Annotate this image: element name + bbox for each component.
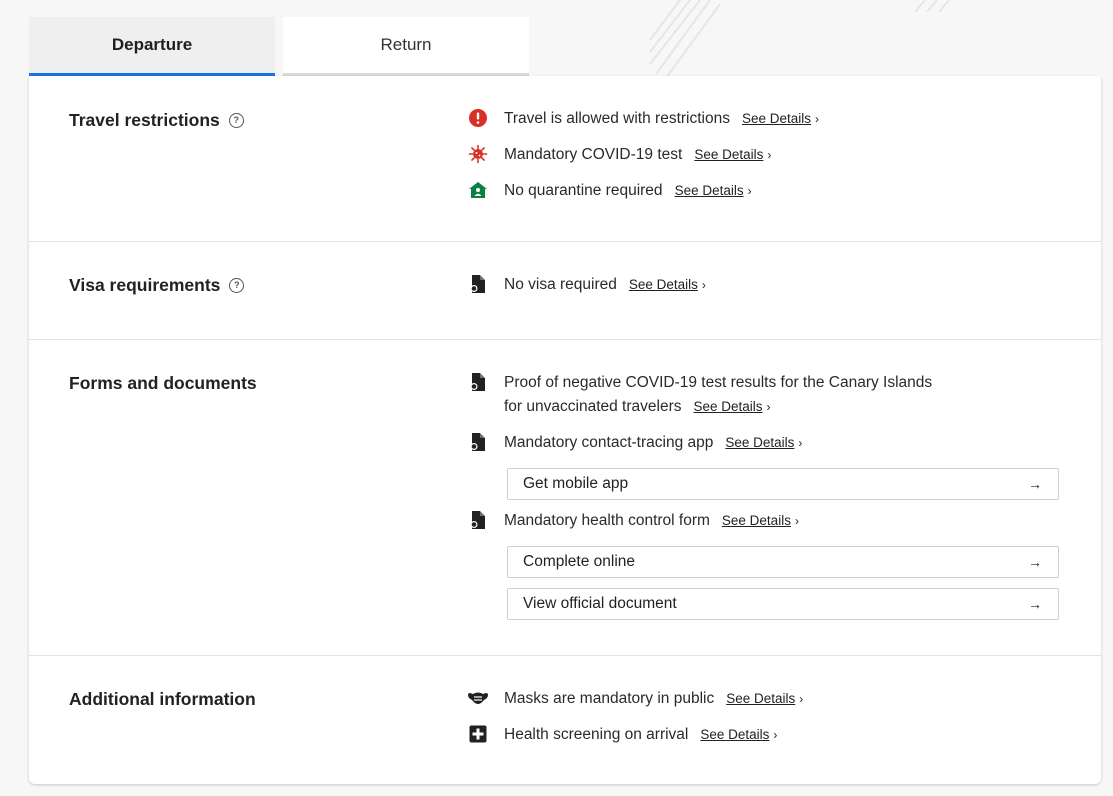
see-details-link[interactable]: See Details › — [726, 687, 803, 711]
help-icon[interactable]: ? — [229, 278, 245, 293]
document-icon — [467, 431, 489, 453]
list-item: Mandatory contact-tracing app See Detail… — [467, 431, 802, 455]
item-text: Mandatory health control form — [504, 512, 710, 529]
list-item: Masks are mandatory in public See Detail… — [467, 687, 803, 711]
list-item: Mandatory health control form See Detail… — [467, 509, 799, 533]
background-stripes-decoration — [649, 0, 720, 78]
see-details-label: See Details — [628, 277, 698, 292]
forms-documents-heading: Forms and documents — [69, 373, 257, 394]
see-details-label: See Details — [725, 435, 795, 450]
section-title: Forms and documents — [69, 373, 257, 393]
item-text: Mandatory COVID-19 test — [504, 146, 683, 163]
tab-departure[interactable]: Departure — [29, 17, 275, 76]
document-icon — [467, 509, 489, 531]
see-details-label: See Details — [741, 111, 812, 126]
visa-requirements-section: Visa requirements ? No visa required See… — [29, 241, 1101, 340]
travel-requirements-card: Travel restrictions ? Travel is allowed … — [29, 76, 1101, 784]
direction-tabs: Departure Return — [29, 17, 529, 76]
item-text: No visa required — [504, 276, 617, 293]
see-details-link[interactable]: See Details › — [675, 179, 752, 203]
see-details-link[interactable]: See Details › — [722, 509, 799, 533]
get-mobile-app-button[interactable]: Get mobile app → — [507, 468, 1059, 500]
button-label: Get mobile app — [523, 475, 629, 492]
item-text-line-1: Proof of negative COVID-19 test results … — [504, 374, 933, 391]
list-item: No quarantine required See Details › — [467, 179, 752, 203]
additional-information-heading: Additional information — [69, 689, 256, 710]
virus-icon — [467, 143, 489, 165]
document-icon — [467, 371, 489, 393]
list-item: Travel is allowed with restrictions See … — [467, 107, 819, 131]
item-text: Health screening on arrival — [504, 726, 689, 743]
list-item: Health screening on arrival See Details › — [467, 723, 777, 747]
item-text: Proof of negative COVID-19 test results … — [504, 371, 932, 419]
see-details-label: See Details — [693, 399, 763, 414]
see-details-link[interactable]: See Details › — [742, 107, 819, 131]
travel-restrictions-heading: Travel restrictions ? — [69, 110, 244, 131]
item-text: Masks are mandatory in public — [504, 690, 715, 707]
button-label: View official document — [523, 595, 677, 612]
arrow-right-icon: → — [1028, 476, 1042, 492]
see-details-link[interactable]: See Details › — [725, 431, 802, 455]
forms-documents-section: Forms and documents Proof of negative CO… — [29, 339, 1101, 656]
visa-requirements-heading: Visa requirements ? — [69, 275, 245, 296]
see-details-label: See Details — [721, 513, 791, 528]
item-text: Mandatory contact-tracing app — [504, 434, 714, 451]
section-title: Visa requirements — [69, 275, 221, 295]
mask-icon — [467, 687, 489, 709]
tab-return[interactable]: Return — [283, 17, 529, 76]
see-details-link[interactable]: See Details › — [700, 723, 777, 747]
see-details-label: See Details — [700, 727, 770, 742]
complete-online-button[interactable]: Complete online → — [507, 546, 1059, 578]
item-text: No quarantine required — [504, 182, 663, 199]
home-person-icon — [467, 179, 489, 201]
travel-restrictions-section: Travel restrictions ? Travel is allowed … — [29, 76, 1101, 242]
see-details-label: See Details — [674, 183, 744, 198]
document-icon — [467, 273, 489, 295]
alert-circle-icon — [467, 107, 489, 129]
arrow-right-icon: → — [1028, 596, 1042, 612]
section-title: Additional information — [69, 689, 256, 709]
background-stripes-decoration-2 — [914, 0, 950, 12]
help-icon[interactable]: ? — [228, 113, 244, 128]
see-details-link[interactable]: See Details › — [629, 273, 706, 297]
button-label: Complete online — [523, 553, 636, 570]
see-details-label: See Details — [726, 691, 796, 706]
list-item: Mandatory COVID-19 test See Details › — [467, 143, 771, 167]
item-text: Travel is allowed with restrictions — [504, 110, 730, 127]
list-item: Proof of negative COVID-19 test results … — [467, 371, 932, 419]
see-details-link[interactable]: See Details › — [694, 143, 771, 167]
additional-information-section: Additional information Masks are mandato… — [29, 655, 1101, 784]
list-item: No visa required See Details › — [467, 273, 706, 297]
medical-plus-icon — [467, 723, 489, 745]
arrow-right-icon: → — [1028, 554, 1042, 570]
see-details-link[interactable]: See Details › — [693, 399, 770, 414]
view-official-document-button[interactable]: View official document → — [507, 588, 1059, 620]
section-title: Travel restrictions — [69, 110, 220, 130]
item-text-line-2: for unvaccinated travelers — [504, 398, 682, 415]
see-details-label: See Details — [694, 147, 764, 162]
